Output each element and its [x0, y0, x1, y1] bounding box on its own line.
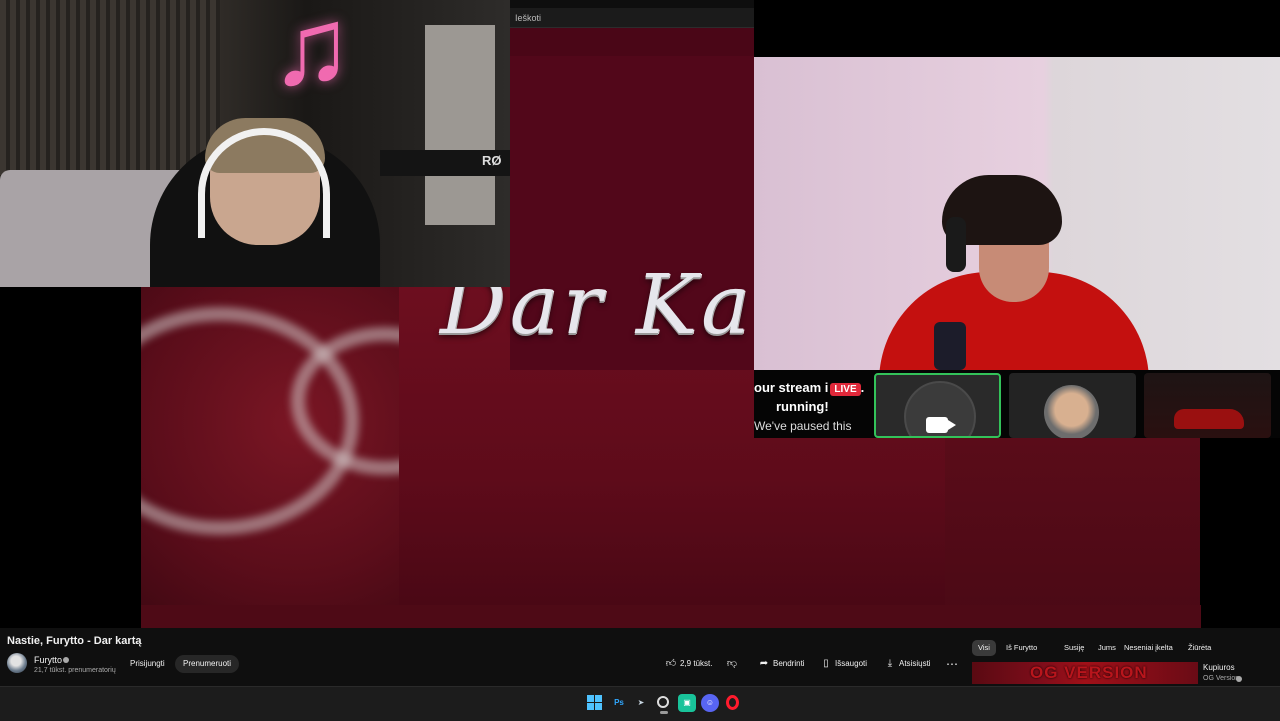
more-actions-button[interactable]: ⋯ [946, 655, 958, 673]
windows-taskbar: Ps ➤ ▣ ☺ [0, 686, 1280, 721]
recommendation-filter-chips: Visi Iš Furytto Susiję Jums Neseniai įke… [972, 640, 1272, 656]
participant-avatar [1044, 385, 1099, 438]
browser-titlebar [510, 0, 754, 8]
subscribe-button[interactable]: Prenumeruoti [175, 655, 240, 673]
paused-text-line3: We've paused this [754, 419, 852, 433]
recommended-video-title[interactable]: Kupiuros [1203, 663, 1235, 672]
video-art-blurred-left [141, 287, 399, 627]
download-label: Atsisiųsti [899, 659, 931, 668]
live-badge: LIVE [830, 383, 861, 396]
subscriber-count: 21,7 tūkst. prenumeratorių [34, 667, 116, 674]
paused-text-line1-end: . [860, 380, 865, 395]
chip-recently-uploaded[interactable]: Neseniai įkelta [1118, 640, 1179, 656]
verified-icon [1236, 676, 1242, 682]
chip-related[interactable]: Susiję [1058, 640, 1090, 656]
video-art-blurred-right [945, 438, 1200, 628]
webcam-left: ♫ RØ [0, 0, 510, 287]
obs-icon[interactable] [655, 694, 673, 712]
window-blinds [0, 0, 220, 175]
search-input[interactable]: Ieškoti [510, 8, 754, 28]
video-camera-icon [926, 417, 956, 433]
steam-icon[interactable]: ➤ [632, 694, 650, 712]
recommended-video-channel: OG Version [1203, 675, 1240, 682]
car-thumbnail [1174, 409, 1244, 429]
participant-tile-active[interactable] [874, 373, 1001, 438]
opera-gx-icon[interactable] [724, 694, 742, 712]
participant-tile[interactable] [1009, 373, 1136, 438]
guest-microphone [934, 322, 966, 370]
stream-paused-message: our stream i LIVE. running! We've paused … [754, 370, 872, 438]
windows-start-icon[interactable] [586, 694, 604, 712]
thumbs-down-icon: 👎︎ [726, 658, 738, 669]
participant-tile[interactable] [1144, 373, 1271, 438]
save-button[interactable]: ▯ Išsaugoti [820, 655, 867, 673]
channel-name[interactable]: Furytto [34, 655, 62, 665]
verified-icon [63, 657, 69, 663]
chip-all[interactable]: Visi [972, 640, 996, 656]
share-icon: ➦ [759, 658, 769, 669]
app-icon[interactable]: ▣ [678, 694, 696, 712]
thumbnail-text: OG VERSION [1030, 663, 1148, 682]
paused-text-line1: our stream i [754, 380, 829, 395]
guest-headset [946, 217, 966, 272]
share-button[interactable]: ➦ Bendrinti [758, 655, 805, 673]
door [425, 25, 495, 225]
like-button[interactable]: 👍︎ 2,9 tūkst. [665, 655, 713, 673]
mic-brand-label: RØ [482, 153, 502, 168]
channel-avatar[interactable] [7, 653, 27, 673]
discord-icon[interactable]: ☺ [701, 694, 719, 712]
browser-content-strip [510, 28, 754, 56]
active-app-indicator [660, 711, 668, 714]
share-label: Bendrinti [773, 659, 805, 668]
like-count: 2,9 tūkst. [680, 659, 713, 668]
dislike-button[interactable]: 👎︎ [726, 655, 741, 673]
video-info-bar: Nastie, Furytto - Dar kartą Furytto 21,7… [0, 628, 1280, 686]
webcam-right [754, 57, 1280, 370]
recommended-video-thumbnail[interactable]: OG VERSION [972, 662, 1198, 684]
stream-participants-strip: our stream i LIVE. running! We've paused … [754, 370, 1280, 438]
video-art-bottom [141, 605, 1201, 628]
music-note-light: ♫ [270, 0, 353, 108]
join-button[interactable]: Prisijungti [122, 655, 173, 673]
download-button[interactable]: ⤓ Atsisiųsti [884, 655, 931, 673]
chip-from-channel[interactable]: Iš Furytto [1000, 640, 1043, 656]
download-icon: ⤓ [887, 658, 893, 669]
paused-text-line2: running! [776, 399, 829, 414]
save-label: Išsaugoti [835, 659, 868, 668]
chip-watched[interactable]: Žiūrėta [1182, 640, 1217, 656]
photoshop-icon[interactable]: Ps [610, 694, 628, 712]
video-title: Nastie, Furytto - Dar kartą [7, 635, 142, 647]
thumbs-up-icon: 👍︎ [665, 658, 677, 669]
bookmark-icon: ▯ [823, 658, 829, 669]
